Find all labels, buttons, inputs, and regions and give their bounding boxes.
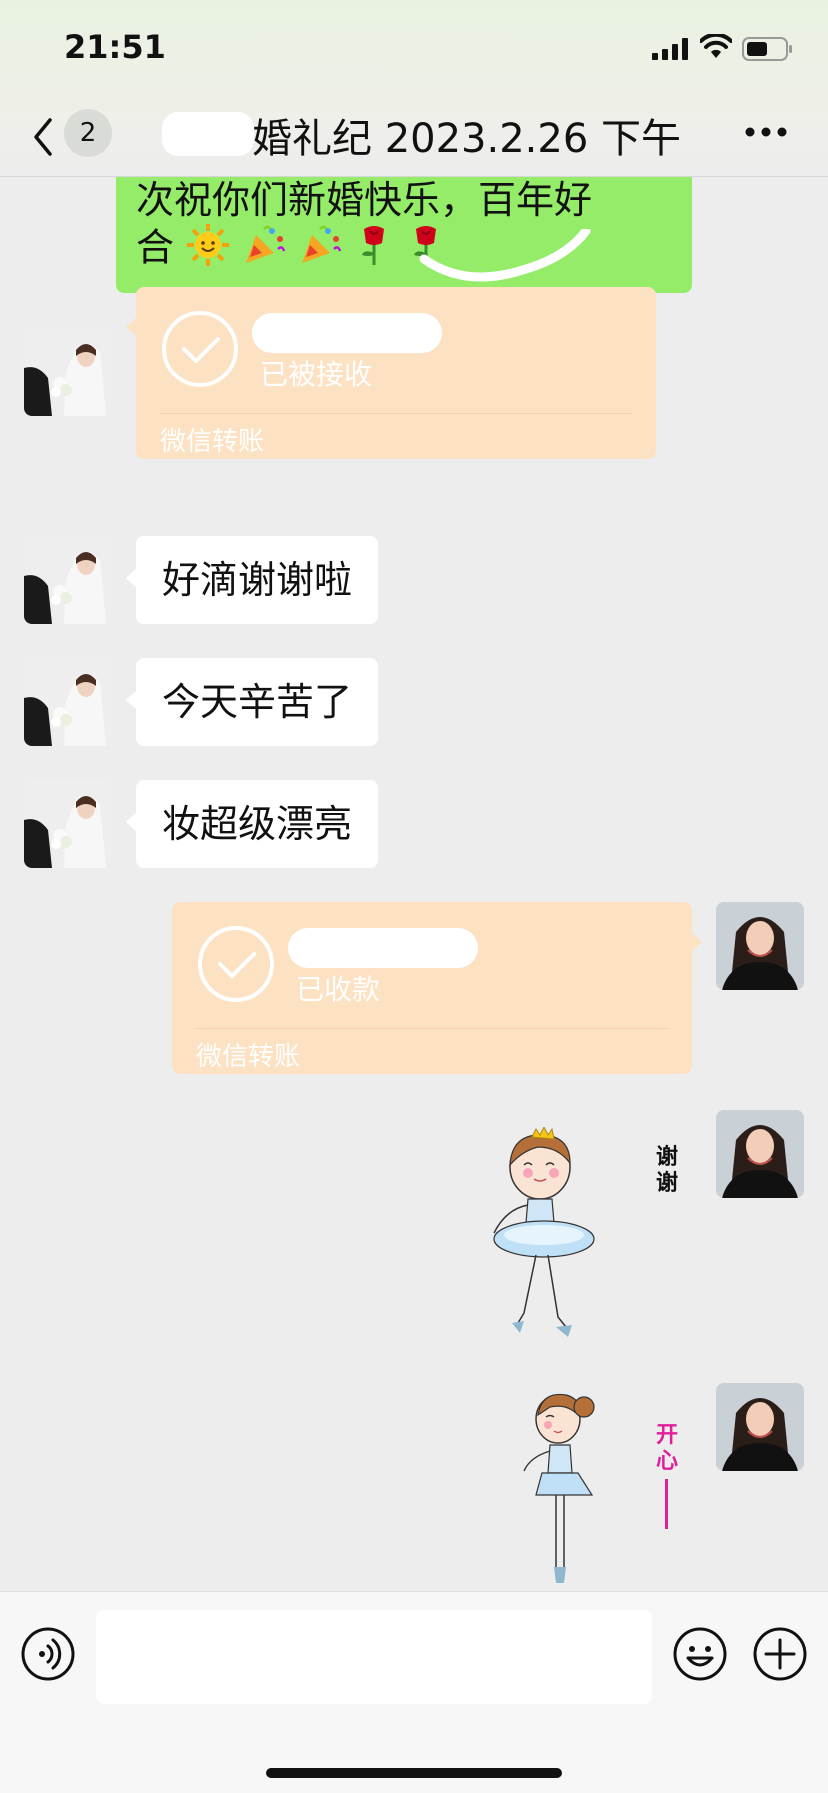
transfer-divider (196, 1028, 668, 1029)
chat-title: 婚礼纪 2023.2.26 下午 (252, 116, 682, 162)
bride-photo-icon (24, 328, 112, 416)
transfer-brand-label: 微信转账 (196, 1042, 301, 1072)
emoji-picker-icon[interactable] (672, 1626, 728, 1682)
voice-input-icon[interactable] (20, 1626, 76, 1682)
my-avatar[interactable] (716, 1383, 804, 1471)
contact-avatar[interactable] (24, 658, 112, 746)
white-scribble-mark (419, 229, 591, 282)
check-circle-icon (198, 926, 274, 1002)
amount-redaction (288, 928, 478, 968)
sun-with-face-emoji-icon (187, 224, 230, 266)
transfer-status: 已被接收 (260, 358, 373, 391)
woman-portrait-icon (716, 1110, 804, 1198)
contact-avatar[interactable] (24, 536, 112, 624)
status-time: 21:51 (64, 28, 166, 66)
bride-photo-icon (24, 780, 112, 868)
chat-header: 2 婚礼纪 2023.2.26 下午 (0, 96, 828, 176)
my-avatar[interactable] (716, 902, 804, 990)
more-actions-plus-icon[interactable] (752, 1626, 808, 1682)
transfer-status: 已收款 (296, 973, 381, 1006)
message-text-line: 次祝你们新婚快乐，百年好 (136, 178, 593, 222)
ballerina-happy-sticker[interactable] (520, 1387, 610, 1591)
woman-portrait-icon (716, 902, 804, 990)
input-toolbar (0, 1591, 828, 1793)
bride-photo-icon (24, 658, 112, 746)
message-text: 今天辛苦了 (162, 680, 353, 724)
message-text: 妆超级漂亮 (162, 802, 353, 846)
message-list[interactable]: 次祝你们新婚快乐，百年好 合 已被接收 微信转账 好滴谢谢啦 今天辛苦了 妆超级… (0, 177, 828, 1591)
party-popper-emoji-icon (302, 225, 342, 263)
ballerina-thanks-sticker[interactable] (488, 1127, 624, 1339)
signal-icon (652, 38, 688, 60)
back-chevron-icon[interactable] (28, 114, 58, 160)
more-options-icon[interactable] (744, 126, 788, 138)
sent-text-bubble[interactable]: 次祝你们新婚快乐，百年好 合 (116, 177, 692, 293)
transfer-divider (160, 413, 632, 414)
bride-photo-icon (24, 536, 112, 624)
received-text-bubble[interactable]: 好滴谢谢啦 (125, 536, 379, 624)
transfer-card-collected[interactable]: 已收款 微信转账 (172, 902, 702, 1074)
transfer-card-received[interactable]: 已被接收 微信转账 (126, 287, 656, 459)
transfer-brand-label: 微信转账 (160, 427, 265, 457)
rose-emoji-icon (362, 226, 385, 265)
status-bar: 21:51 (0, 0, 828, 96)
sticker-caption-happy: 开心 (655, 1423, 678, 1474)
unread-count-badge[interactable]: 2 (64, 109, 112, 157)
contact-avatar[interactable] (24, 328, 112, 416)
party-popper-emoji-icon (246, 225, 286, 263)
my-avatar[interactable] (716, 1110, 804, 1198)
home-indicator[interactable] (266, 1768, 562, 1778)
wifi-icon (700, 34, 732, 58)
message-text: 好滴谢谢啦 (162, 558, 353, 602)
amount-redaction (252, 313, 442, 353)
received-text-bubble[interactable]: 妆超级漂亮 (125, 780, 379, 868)
emoji-row (186, 223, 446, 277)
received-text-bubble[interactable]: 今天辛苦了 (125, 658, 379, 746)
check-circle-icon (162, 311, 238, 387)
message-input[interactable] (96, 1610, 652, 1704)
sticker-caption-dash (665, 1479, 668, 1529)
message-text-fragment: 合 (136, 225, 175, 270)
woman-portrait-icon (716, 1383, 804, 1471)
sticker-caption-thanks: 谢谢 (655, 1145, 678, 1196)
title-redaction (162, 112, 254, 156)
contact-avatar[interactable] (24, 780, 112, 868)
battery-icon (742, 37, 792, 61)
